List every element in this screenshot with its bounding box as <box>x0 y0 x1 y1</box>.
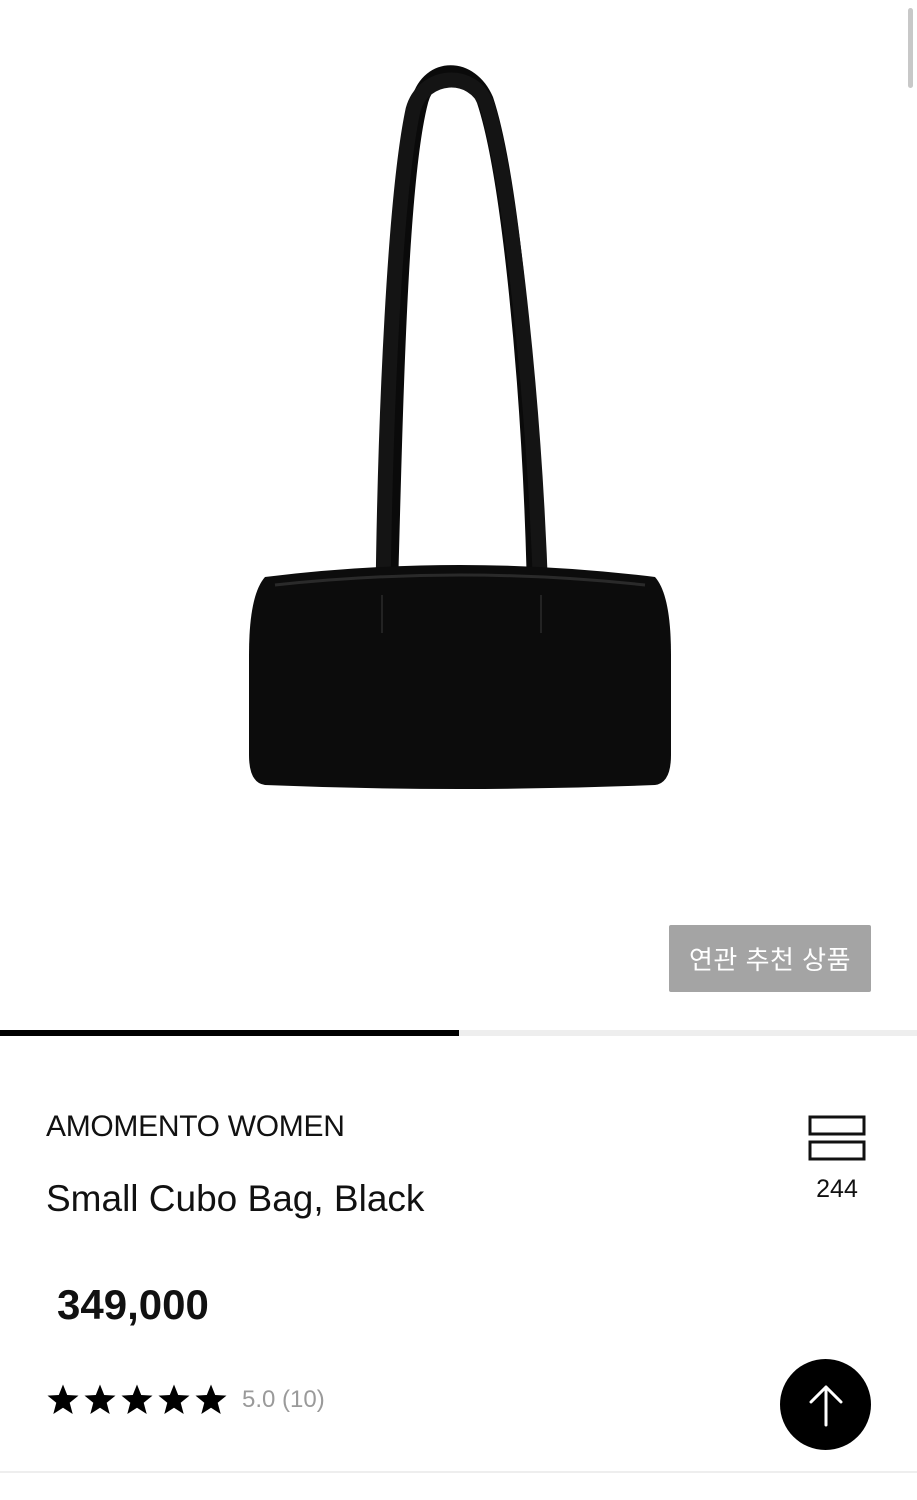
star-icon <box>195 1384 227 1414</box>
rating-text: 5.0 (10) <box>242 1386 325 1413</box>
gallery-progress-track <box>0 1030 917 1036</box>
rating-stars <box>46 1383 228 1417</box>
product-image-gallery[interactable]: 연관 추천 상품 <box>0 0 917 1030</box>
brand-link[interactable]: AMOMENTO WOMEN <box>46 1110 345 1144</box>
star-icon <box>84 1384 116 1414</box>
stacked-boxes-icon <box>808 1115 866 1161</box>
arrow-up-icon <box>809 1385 842 1426</box>
product-price: 349,000 <box>57 1281 209 1328</box>
compare-button[interactable]: 244 <box>805 1115 869 1204</box>
scrollbar-thumb[interactable] <box>908 8 913 88</box>
scroll-to-top-button[interactable] <box>780 1359 871 1450</box>
compare-count: 244 <box>816 1175 858 1203</box>
gallery-progress-fill <box>0 1030 459 1036</box>
product-image <box>249 65 671 789</box>
star-icon <box>121 1384 153 1414</box>
star-icon <box>158 1384 190 1414</box>
rating-summary[interactable]: 5.0 (10) <box>46 1383 325 1417</box>
product-name: Small Cubo Bag, Black <box>46 1178 425 1219</box>
related-products-button[interactable]: 연관 추천 상품 <box>669 925 871 992</box>
section-divider <box>0 1471 917 1473</box>
star-icon <box>47 1384 79 1414</box>
